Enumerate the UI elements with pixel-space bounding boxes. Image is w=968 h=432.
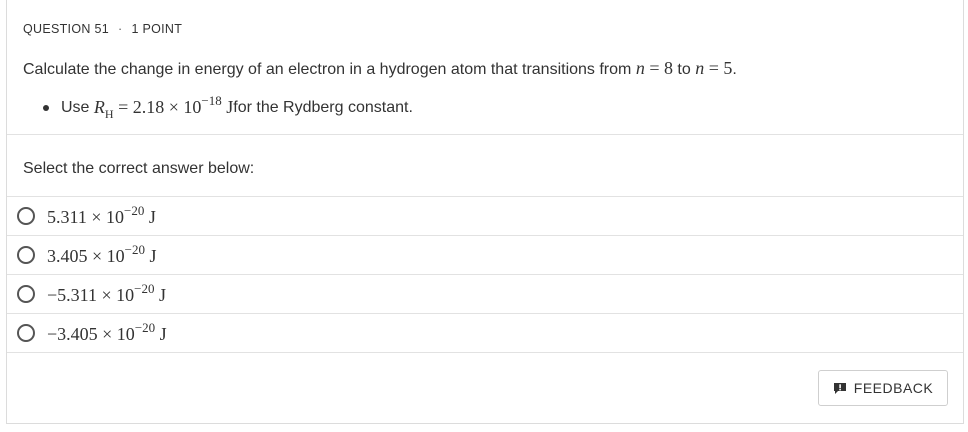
equals-sign: =	[704, 58, 724, 78]
question-text: Calculate the change in energy of an ele…	[23, 58, 737, 79]
question-header: QUESTION 51 · 1 POINT	[23, 22, 182, 36]
bullet-dot	[43, 104, 49, 111]
divider	[7, 134, 963, 135]
radio-button[interactable]	[17, 285, 35, 303]
question-card: QUESTION 51 · 1 POINT Calculate the chan…	[6, 0, 964, 424]
answer-mantissa: −5.311 × 10	[47, 284, 135, 305]
equals-sign: =	[113, 97, 133, 117]
answer-exponent: −20	[123, 202, 145, 218]
radio-button[interactable]	[17, 324, 35, 342]
rydberg-subscript: H	[104, 107, 114, 121]
answer-exponent: −20	[134, 280, 155, 296]
answer-exponent: −20	[134, 319, 156, 335]
variable-n: n	[635, 58, 645, 78]
radio-button[interactable]	[17, 207, 35, 225]
radio-button[interactable]	[17, 246, 35, 264]
rydberg-mantissa: 2.18 × 10	[132, 97, 202, 117]
answer-option-3[interactable]: −5.311 × 10−20 J	[7, 275, 963, 314]
header-separator: ·	[117, 22, 123, 36]
answer-unit: J	[145, 245, 157, 266]
hint-use-word: Use	[61, 98, 90, 116]
answer-option-4[interactable]: −3.405 × 10−20 J	[7, 314, 963, 353]
feedback-icon	[833, 382, 847, 395]
answer-unit: J	[144, 206, 156, 227]
feedback-button[interactable]: FEEDBACK	[818, 370, 948, 406]
rydberg-symbol: R	[93, 97, 105, 117]
answer-text: −5.311 × 10−20 J	[47, 280, 166, 306]
variable-n: n	[695, 58, 705, 78]
answer-exponent: −20	[124, 241, 145, 257]
answer-unit: J	[154, 284, 166, 305]
hint-text: for the Rydberg constant.	[233, 98, 413, 116]
period: .	[732, 61, 737, 78]
answer-options: 5.311 × 10−20 J 3.405 × 10−20 J −5.311 ×…	[7, 196, 963, 353]
question-number: QUESTION 51	[23, 22, 109, 36]
answer-text: 3.405 × 10−20 J	[47, 241, 157, 267]
n-final-value: 5	[723, 58, 733, 78]
answer-option-2[interactable]: 3.405 × 10−20 J	[7, 236, 963, 275]
answer-text: 5.311 × 10−20 J	[47, 202, 156, 228]
answer-prompt: Select the correct answer below:	[23, 160, 255, 177]
answer-mantissa: −3.405 × 10	[47, 323, 135, 344]
math-n-final: n = 5	[695, 58, 732, 78]
answer-text: −3.405 × 10−20 J	[47, 319, 167, 345]
math-n-initial: n = 8	[636, 58, 673, 78]
question-text-intro: Calculate the change in energy of an ele…	[23, 61, 636, 78]
hint-bullet: Use RH = 2.18 × 10−18 J for the Rydberg …	[43, 93, 413, 121]
to-word: to	[672, 61, 696, 78]
question-points: 1 POINT	[131, 22, 183, 36]
answer-mantissa: 3.405 × 10	[47, 245, 125, 266]
equals-sign: =	[644, 58, 664, 78]
answer-option-1[interactable]: 5.311 × 10−20 J	[7, 197, 963, 236]
answer-mantissa: 5.311 × 10	[47, 206, 124, 227]
rydberg-math: RH = 2.18 × 10−18 J	[93, 93, 234, 121]
rydberg-exponent: −18	[201, 93, 222, 108]
rydberg-unit: J	[221, 97, 234, 117]
feedback-label: FEEDBACK	[853, 380, 934, 396]
answer-unit: J	[155, 323, 167, 344]
n-initial-value: 8	[663, 58, 673, 78]
